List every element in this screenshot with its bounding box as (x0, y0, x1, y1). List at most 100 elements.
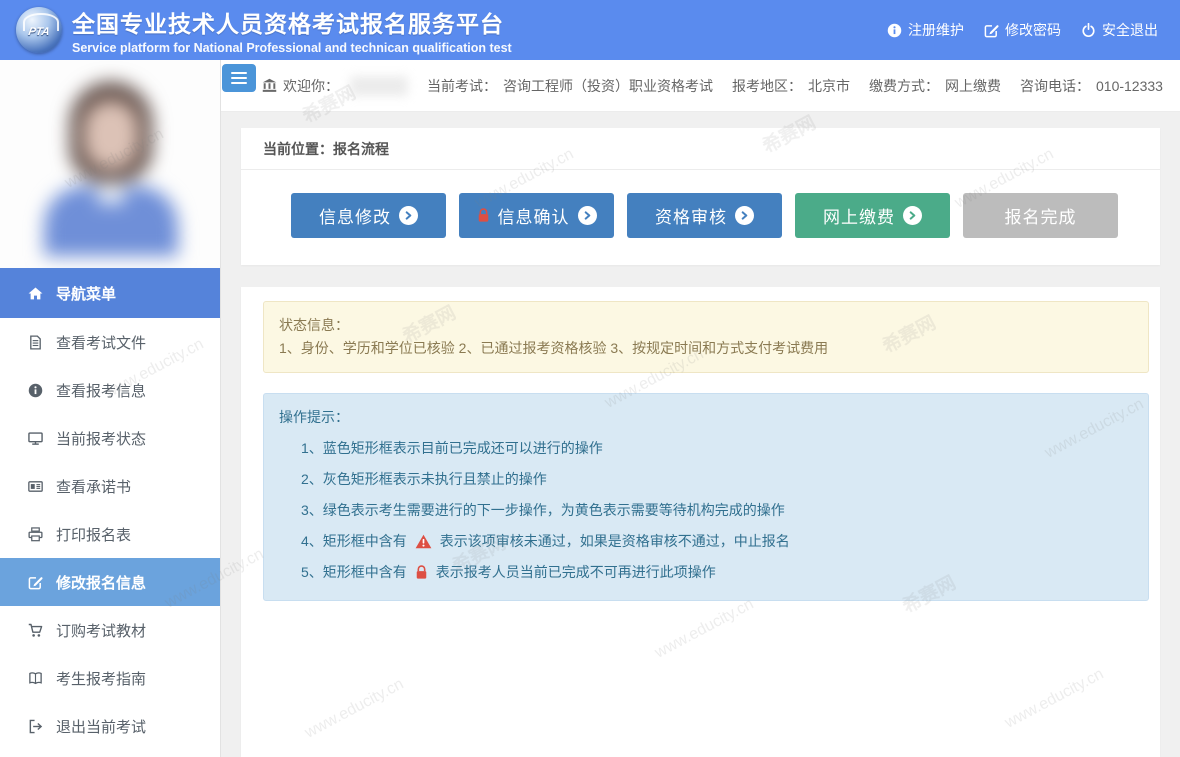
tips-title: 操作提示： (279, 407, 1133, 427)
user-name-redacted (350, 76, 408, 96)
user-photo (0, 60, 220, 268)
info-circle-icon (887, 23, 902, 38)
warning-icon (415, 534, 432, 549)
link-label: 注册维护 (908, 20, 964, 40)
printer-icon (28, 527, 43, 542)
payment-method: 缴费方式： 网上缴费 (869, 76, 1001, 96)
sidebar-item-label: 查看考试文件 (56, 332, 146, 353)
payment-value: 网上缴费 (945, 76, 1001, 96)
step-label: 网上缴费 (823, 203, 895, 228)
link-safe-logout[interactable]: 安全退出 (1081, 20, 1158, 40)
sidebar-item-current-status[interactable]: 当前报考状态 (0, 414, 220, 462)
tip-item: 1、蓝色矩形框表示目前已完成还可以进行的操作 (279, 438, 1133, 458)
sidebar-item-label: 查看报考信息 (56, 380, 146, 401)
sidebar-item-view-registration-info[interactable]: 查看报考信息 (0, 366, 220, 414)
exam-label: 当前考试： (427, 76, 497, 96)
sidebar-item-print-registration-form[interactable]: 打印报名表 (0, 510, 220, 558)
tip-text: 3、绿色表示考生需要进行的下一步操作，为黄色表示需要等待机构完成的操作 (301, 500, 785, 520)
logo-text: PTA (27, 26, 50, 38)
lock-icon (415, 565, 428, 580)
monitor-icon (28, 431, 43, 446)
user-photo-blurred (26, 74, 194, 256)
step-registration-complete-button: 报名完成 (963, 193, 1118, 238)
exam-region: 报考地区： 北京市 (732, 76, 850, 96)
tip-text: 表示该项审核未通过，如果是资格审核不通过，中止报名 (440, 531, 790, 551)
region-label: 报考地区： (732, 76, 802, 96)
step-label: 信息修改 (319, 203, 391, 228)
exam-value: 咨询工程师（投资）职业资格考试 (503, 76, 713, 96)
breadcrumb-value: 报名流程 (333, 139, 389, 159)
tip-item: 3、绿色表示考生需要进行的下一步操作，为黄色表示需要等待机构完成的操作 (279, 500, 1133, 520)
step-online-payment-button[interactable]: 网上缴费 (795, 193, 950, 238)
header-links: 注册维护 修改密码 安全退出 (887, 20, 1158, 40)
tip-text: 5、矩形框中含有 (301, 562, 407, 582)
sidebar-item-view-commitment-letter[interactable]: 查看承诺书 (0, 462, 220, 510)
edit-icon (28, 575, 43, 590)
link-label: 安全退出 (1102, 20, 1158, 40)
current-exam: 当前考试： 咨询工程师（投资）职业资格考试 (427, 76, 713, 96)
sidebar-item-label: 订购考试教材 (56, 620, 146, 641)
cart-icon (28, 623, 43, 638)
operation-tips-box: 操作提示： 1、蓝色矩形框表示目前已完成还可以进行的操作 2、灰色矩形框表示未执… (263, 393, 1149, 601)
power-icon (1081, 23, 1096, 38)
breadcrumb: 当前位置：报名流程 (241, 128, 1160, 170)
welcome-bar: 欢迎你： 当前考试： 咨询工程师（投资）职业资格考试 报考地区： 北京市 缴费方式：… (221, 60, 1180, 112)
main-content: 欢迎你： 当前考试： 咨询工程师（投资）职业资格考试 报考地区： 北京市 缴费方式：… (221, 60, 1180, 757)
tip-item: 2、灰色矩形框表示未执行且禁止的操作 (279, 469, 1133, 489)
card-icon (28, 479, 43, 494)
step-label: 报名完成 (1005, 203, 1077, 228)
document-icon (28, 335, 43, 350)
sidebar-item-view-exam-files[interactable]: 查看考试文件 (0, 318, 220, 366)
tip-text: 4、矩形框中含有 (301, 531, 407, 551)
sidebar: 导航菜单 查看考试文件 查看报考信息 当前报考状态 查看承诺书 打印报名表 修改… (0, 60, 221, 757)
page-title: 全国专业技术人员资格考试报名服务平台 (72, 5, 512, 39)
home-icon (28, 286, 43, 301)
arrow-circle-icon (735, 206, 754, 225)
arrow-circle-icon (903, 206, 922, 225)
info-panel: 状态信息： 1、身份、学历和学位已核验 2、已通过报考资格核验 3、按规定时间和… (241, 287, 1160, 757)
book-icon (28, 671, 43, 686)
sidebar-item-modify-registration-info[interactable]: 修改报名信息 (0, 558, 220, 606)
link-label: 修改密码 (1005, 20, 1061, 40)
region-value: 北京市 (808, 76, 850, 96)
page-subtitle: Service platform for National Profession… (72, 41, 512, 55)
sidebar-item-order-exam-materials[interactable]: 订购考试教材 (0, 606, 220, 654)
brand: PTA 全国专业技术人员资格考试报名服务平台 Service platform … (16, 5, 512, 55)
sidebar-item-candidate-guide[interactable]: 考生报考指南 (0, 654, 220, 702)
app-header: PTA 全国专业技术人员资格考试报名服务平台 Service platform … (0, 0, 1180, 60)
step-label: 资格审核 (655, 203, 727, 228)
info-circle-icon (28, 383, 43, 398)
welcome-label: 欢迎你： (283, 76, 339, 96)
sidebar-item-label: 退出当前考试 (56, 716, 146, 737)
sidebar-menu: 查看考试文件 查看报考信息 当前报考状态 查看承诺书 打印报名表 修改报名信息 … (0, 318, 220, 750)
sidebar-item-exit-current-exam[interactable]: 退出当前考试 (0, 702, 220, 750)
status-content: 1、身份、学历和学位已核验 2、已通过报考资格核验 3、按规定时间和方式支付考试… (279, 337, 1133, 360)
sidebar-nav-header[interactable]: 导航菜单 (0, 268, 220, 318)
status-title: 状态信息： (279, 314, 1133, 337)
bank-icon (262, 78, 277, 93)
pta-logo-icon: PTA (16, 7, 62, 53)
sidebar-item-label: 考生报考指南 (56, 668, 146, 689)
sidebar-item-label: 打印报名表 (56, 524, 131, 545)
step-info-confirm-button[interactable]: 信息确认 (459, 193, 614, 238)
sign-out-icon (28, 719, 43, 734)
link-change-password[interactable]: 修改密码 (984, 20, 1061, 40)
sidebar-toggle-button[interactable] (222, 64, 256, 92)
edit-icon (984, 23, 999, 38)
tip-item: 5、矩形框中含有 表示报考人员当前已完成不可再进行此项操作 (279, 562, 1133, 582)
phone-label: 咨询电话： (1020, 76, 1090, 96)
step-info-modify-button[interactable]: 信息修改 (291, 193, 446, 238)
tip-text: 1、蓝色矩形框表示目前已完成还可以进行的操作 (301, 438, 603, 458)
tip-item: 4、矩形框中含有 表示该项审核未通过，如果是资格审核不通过，中止报名 (279, 531, 1133, 551)
sidebar-item-label: 查看承诺书 (56, 476, 131, 497)
breadcrumb-label: 当前位置： (263, 139, 333, 159)
sidebar-item-label: 当前报考状态 (56, 428, 146, 449)
step-qualification-review-button[interactable]: 资格审核 (627, 193, 782, 238)
nav-header-label: 导航菜单 (56, 283, 116, 304)
payment-label: 缴费方式： (869, 76, 939, 96)
process-steps-row: 信息修改 信息确认 资格审核 网上缴费 报名完成 (241, 170, 1160, 265)
tip-text: 表示报考人员当前已完成不可再进行此项操作 (436, 562, 716, 582)
step-label: 信息确认 (498, 203, 570, 228)
link-register-maintenance[interactable]: 注册维护 (887, 20, 964, 40)
status-info-box: 状态信息： 1、身份、学历和学位已核验 2、已通过报考资格核验 3、按规定时间和… (263, 301, 1149, 373)
